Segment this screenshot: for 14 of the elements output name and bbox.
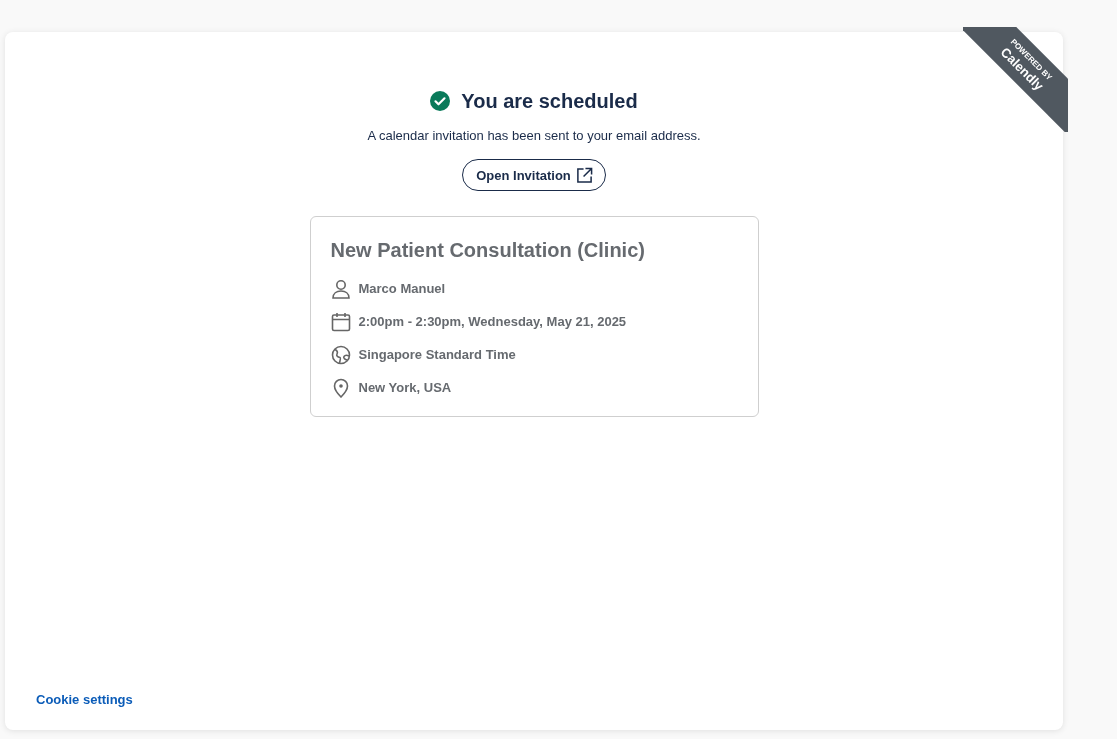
confirmation-message: A calendar invitation has been sent to your email address. (367, 128, 701, 143)
event-title: New Patient Consultation (Clinic) (330, 239, 646, 262)
globe-icon (330, 344, 351, 365)
cookie-settings-link[interactable]: Cookie settings (36, 692, 133, 707)
open-invitation-button[interactable]: Open Invitation (462, 159, 606, 191)
event-detail: 2:00pm - 2:30pm, Wednesday, May 21, 2025 (358, 314, 627, 329)
page-title: You are scheduled (461, 89, 638, 114)
external-link-icon (575, 166, 593, 184)
event-detail: New York, USA (358, 380, 452, 395)
check-circle-icon (430, 91, 451, 111)
event-detail: Singapore Standard Time (358, 347, 516, 362)
event-detail: Marco Manuel (358, 281, 446, 296)
calendar-icon (330, 311, 351, 332)
person-icon (330, 278, 351, 299)
